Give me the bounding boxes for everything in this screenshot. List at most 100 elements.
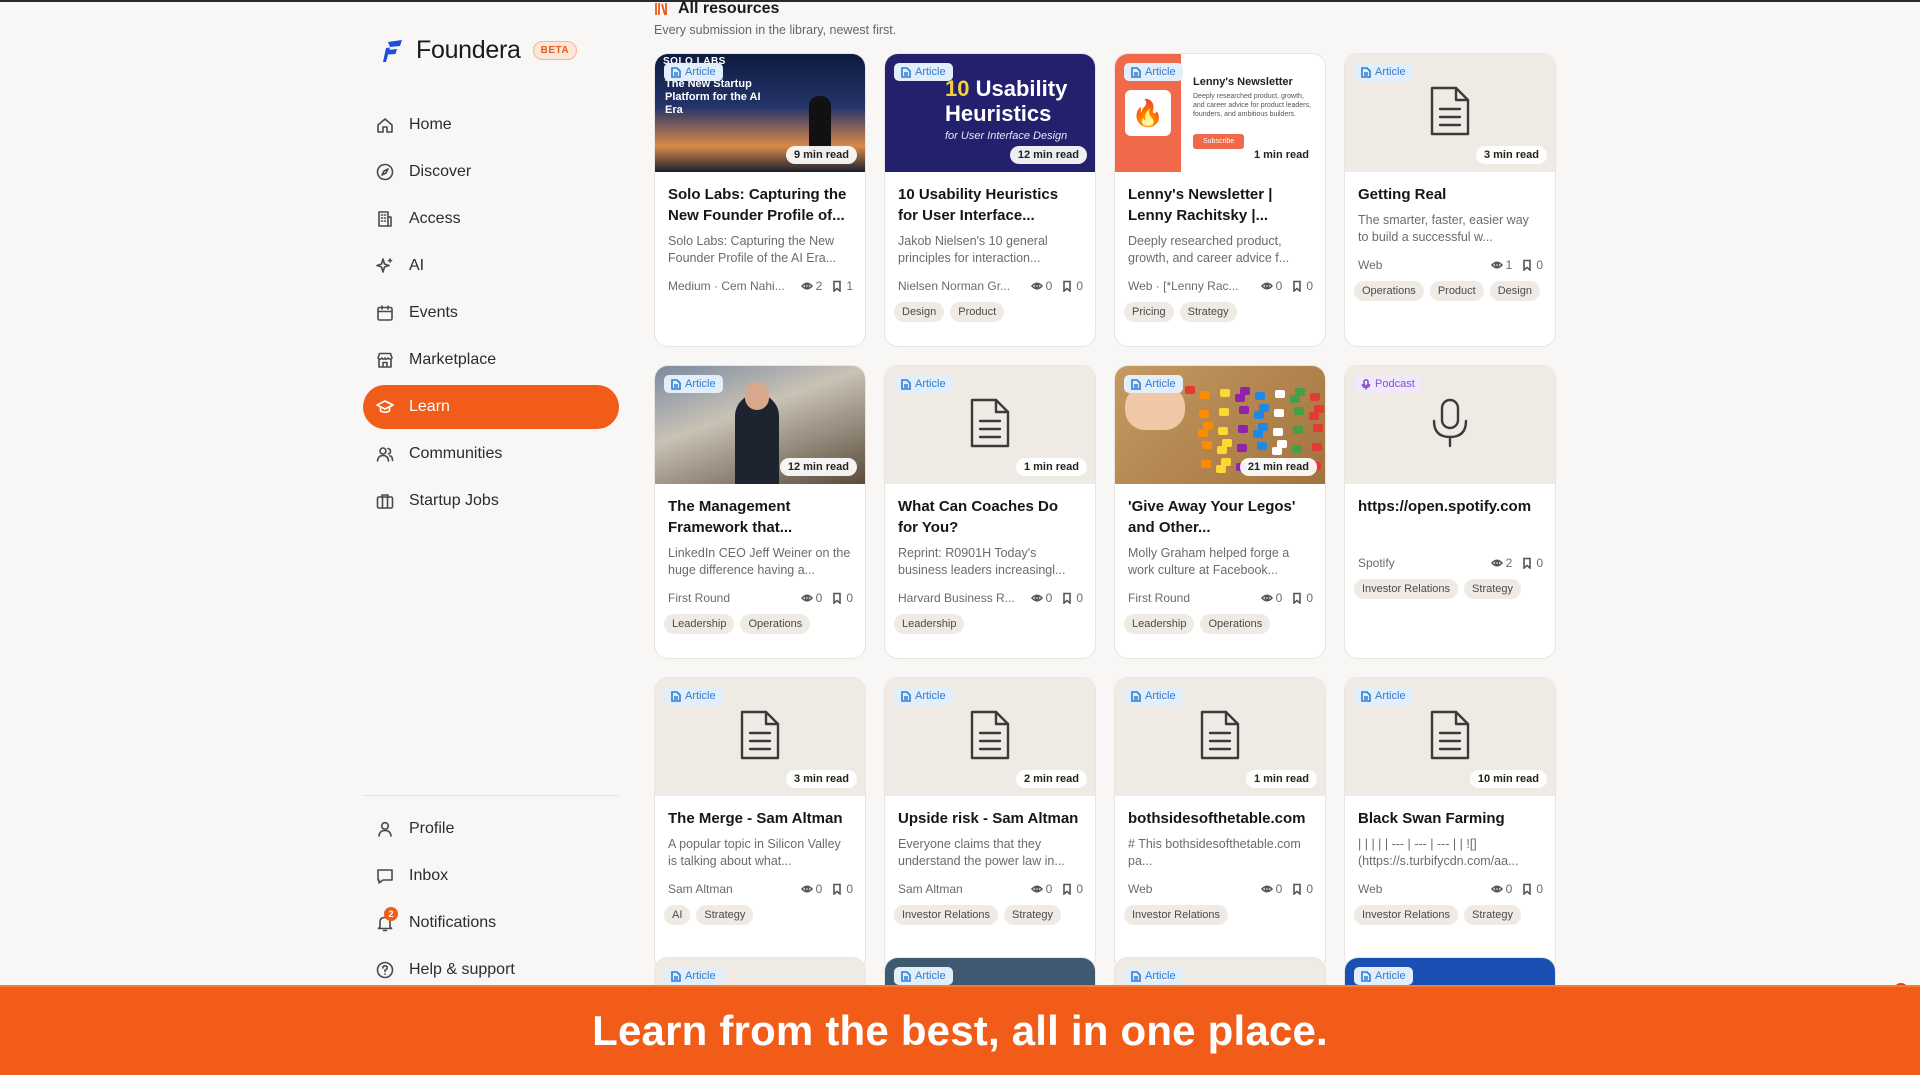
tag-chip[interactable]: Investor Relations <box>1354 579 1459 599</box>
card-meta: Sam Altman 0 0 <box>668 882 853 896</box>
resource-card-partial[interactable]: Article <box>884 957 1096 985</box>
resource-card[interactable]: SOLO LABS The New Startup Platform for th… <box>654 53 866 347</box>
sidebar-item-communities[interactable]: Communities <box>363 432 619 476</box>
card-tags: Operations Product Design <box>1354 281 1550 301</box>
sidebar-item-startup-jobs[interactable]: Startup Jobs <box>363 479 619 523</box>
resource-card[interactable]: Article 12 min read The Management Framewo… <box>654 365 866 659</box>
resource-card[interactable]: Article 21 min read 'Give Away Your Legos'… <box>1114 365 1326 659</box>
tag-chip[interactable]: Pricing <box>1124 302 1174 322</box>
resource-card[interactable]: Article 1 min read bothsidesofthetable.com… <box>1114 677 1326 971</box>
resource-card-partial[interactable]: Article <box>1344 957 1556 985</box>
tag-chip[interactable]: Strategy <box>696 905 754 925</box>
card-meta: Web 0 0 <box>1128 882 1313 896</box>
resource-card[interactable]: 🔥 Lenny's Newsletter Deeply researched pro… <box>1114 53 1326 347</box>
brand[interactable]: Foundera BETA <box>382 36 578 65</box>
sidebar-item-learn[interactable]: Learn <box>363 385 619 429</box>
tag-chip[interactable]: Design <box>894 302 945 322</box>
sparkles-icon <box>376 258 393 273</box>
bookmark-icon <box>1523 883 1532 895</box>
content-type-chip: Article <box>664 375 723 393</box>
saves-count[interactable]: 0 <box>1061 882 1083 896</box>
saves-count[interactable]: 0 <box>1291 882 1313 896</box>
tag-chip[interactable]: AI <box>664 905 691 925</box>
tag-chip[interactable]: Design <box>1489 281 1540 301</box>
tag-chip[interactable]: Operations <box>1354 281 1424 301</box>
card-source: Sam Altman <box>898 882 963 896</box>
resource-card[interactable]: Podcast https://open.spotify.com Spotify 2 0… <box>1344 365 1556 659</box>
resource-card[interactable]: Article 1 min read What Can Coaches Do for… <box>884 365 1096 659</box>
sidebar-item-ai[interactable]: AI <box>363 244 619 288</box>
sidebar-item-events[interactable]: Events <box>363 291 619 335</box>
foundera-logo-icon <box>383 39 402 62</box>
resource-card-partial[interactable]: Article <box>654 957 866 985</box>
campfire-icon: 🔥 <box>1125 90 1171 136</box>
lego-brick <box>1290 395 1300 403</box>
graduation-cap-icon <box>376 400 394 414</box>
document-placeholder <box>1198 709 1242 766</box>
resource-card[interactable]: Article 3 min read The Merge - Sam Altman A… <box>654 677 866 971</box>
card-source: First Round <box>668 591 731 605</box>
tag-chip[interactable]: Operations <box>1200 614 1271 634</box>
sidebar-item-notifications[interactable]: 2 Notifications <box>363 901 619 945</box>
sidebar-item-discover[interactable]: Discover <box>363 150 619 194</box>
tag-chip[interactable]: Investor Relations <box>1354 905 1459 925</box>
briefcase-icon <box>376 494 394 509</box>
saves-count[interactable]: 0 <box>831 882 853 896</box>
saves-count[interactable]: 0 <box>1291 279 1313 293</box>
saves-count[interactable]: 0 <box>1291 591 1313 605</box>
card-thumbnail: Article 1 min read <box>885 366 1095 484</box>
document-icon <box>1430 710 1470 759</box>
saves-count[interactable]: 0 <box>1061 279 1083 293</box>
card-tags: Investor Relations Strategy <box>894 905 1090 925</box>
lego-brick <box>1185 386 1195 394</box>
tag-chip[interactable]: Strategy <box>1464 905 1522 925</box>
card-body: Lenny's Newsletter | Lenny Rachitsky |..… <box>1115 172 1325 267</box>
content-type-chip: Article <box>1124 63 1183 81</box>
saves-count[interactable]: 0 <box>831 591 853 605</box>
saves-count[interactable]: 0 <box>1061 591 1083 605</box>
tag-chip[interactable]: Operations <box>740 614 811 634</box>
section-title: All resources <box>678 0 780 17</box>
resource-card-partial[interactable]: Article <box>1114 957 1326 985</box>
card-tags: Leadership <box>894 614 1090 634</box>
tag-chip[interactable]: Strategy <box>1464 579 1522 599</box>
card-meta: Web 0 0 <box>1358 882 1543 896</box>
tag-chip[interactable]: Leadership <box>1124 614 1195 634</box>
lego-brick <box>1237 444 1247 452</box>
tag-chip[interactable]: Strategy <box>1004 905 1062 925</box>
tag-chip[interactable]: Investor Relations <box>1124 905 1229 925</box>
bookmark-icon <box>833 280 842 292</box>
views-icon <box>1030 282 1043 290</box>
tag-chip[interactable]: Product <box>950 302 1005 322</box>
tag-chip[interactable]: Investor Relations <box>894 905 999 925</box>
resource-card[interactable]: Article 3 min read Getting Real The smarter… <box>1344 53 1556 347</box>
content-type-chip: Article <box>664 687 723 705</box>
tag-chip[interactable]: Leadership <box>894 614 965 634</box>
card-meta: Medium · Cem Nahi... 2 1 <box>668 279 853 293</box>
sidebar-item-inbox[interactable]: Inbox <box>363 854 619 898</box>
sidebar-item-profile[interactable]: Profile <box>363 807 619 851</box>
saves-count[interactable]: 0 <box>1521 556 1543 570</box>
saves-count[interactable]: 1 <box>831 279 853 293</box>
tag-chip[interactable]: Strategy <box>1179 302 1237 322</box>
views-icon <box>1260 282 1273 290</box>
card-title: https://open.spotify.com <box>1358 498 1532 515</box>
saves-count[interactable]: 0 <box>1521 882 1543 896</box>
nav-item-label: Access <box>409 210 461 227</box>
resource-card[interactable]: 10 Usability Heuristics for User Interfac… <box>884 53 1096 347</box>
tag-chip[interactable]: Product <box>1429 281 1484 301</box>
card-body: The Merge - Sam Altman A popular topic in… <box>655 796 865 870</box>
sidebar-item-home[interactable]: Home <box>363 103 619 147</box>
lego-brick <box>1235 394 1245 402</box>
sidebar-item-marketplace[interactable]: Marketplace <box>363 338 619 382</box>
main-nav: Home Discover Access AI Events Marketplace Lea… <box>363 103 619 526</box>
resource-card[interactable]: Article 2 min read Upside risk - Sam Altma… <box>884 677 1096 971</box>
lego-brick <box>1239 406 1249 414</box>
sidebar-item-access[interactable]: Access <box>363 197 619 241</box>
saves-count[interactable]: 0 <box>1521 258 1543 272</box>
thumb-desc: Deeply researched product, growth, and c… <box>1193 93 1311 118</box>
resource-card[interactable]: Article 10 min read Black Swan Farming | | … <box>1344 677 1556 971</box>
lego-brick <box>1216 465 1226 473</box>
tag-chip[interactable]: Leadership <box>664 614 735 634</box>
lego-brick <box>1274 409 1284 417</box>
